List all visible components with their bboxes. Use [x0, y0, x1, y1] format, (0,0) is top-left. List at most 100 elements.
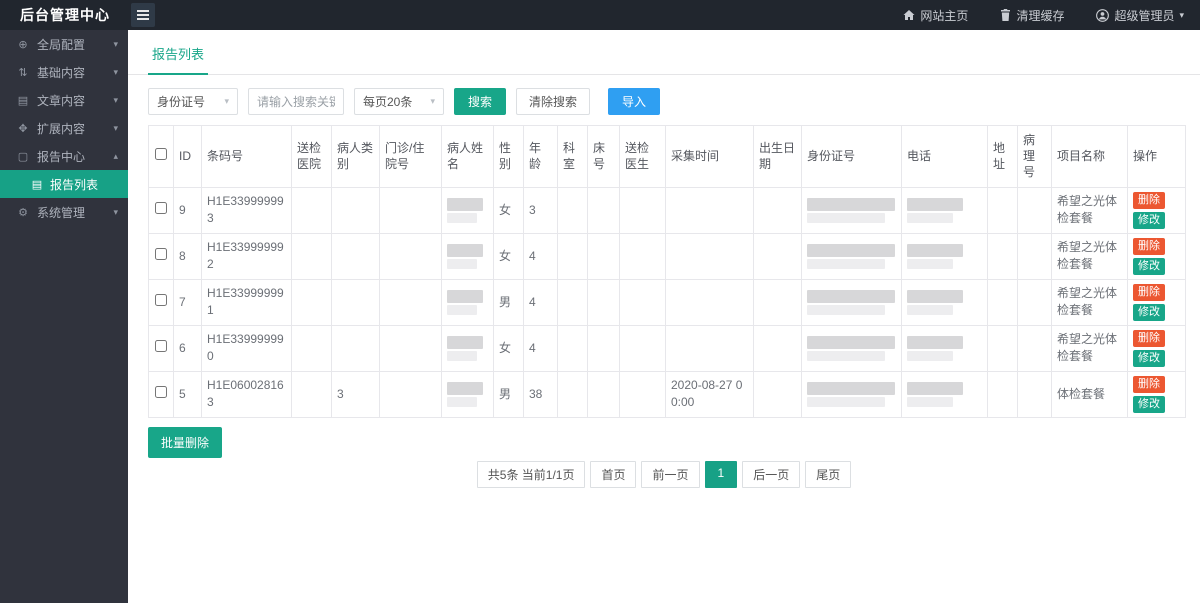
cell-address	[988, 325, 1018, 371]
redacted-phone	[907, 336, 982, 361]
main-content: 报告列表 身份证号 ▾ 每页20条 ▾ 搜索 清除搜索 导入 ID 条码号	[128, 30, 1200, 603]
row-checkbox[interactable]	[155, 340, 167, 352]
cell-actions: 删除 修改	[1128, 187, 1186, 233]
redacted-id-card	[807, 290, 896, 315]
select-all-checkbox[interactable]	[155, 148, 167, 160]
row-checkbox[interactable]	[155, 386, 167, 398]
cell-age: 38	[524, 371, 558, 417]
delete-button[interactable]: 删除	[1133, 284, 1165, 301]
edit-button[interactable]: 修改	[1133, 212, 1165, 229]
trash-icon	[1000, 9, 1011, 21]
sidebar-item-basic-content[interactable]: ⇅ 基础内容 ▾	[0, 58, 128, 86]
cell-id-card	[802, 279, 902, 325]
search-toolbar: 身份证号 ▾ 每页20条 ▾ 搜索 清除搜索 导入	[148, 88, 1180, 115]
row-checkbox[interactable]	[155, 202, 167, 214]
redacted-phone	[907, 382, 982, 407]
cell-hospital	[292, 279, 332, 325]
sidebar-item-report-center[interactable]: ▢ 报告中心 ▴	[0, 142, 128, 170]
cell-id-card	[802, 233, 902, 279]
nav-user-menu[interactable]: 超级管理员 ▾	[1080, 0, 1200, 30]
edit-button[interactable]: 修改	[1133, 350, 1165, 367]
bulk-delete-button[interactable]: 批量删除	[148, 427, 222, 458]
pagination: 共5条 当前1/1页 首页 前一页 1 后一页 尾页	[128, 461, 1200, 488]
chevron-down-icon: ▾	[113, 123, 118, 134]
cell-phone	[902, 371, 988, 417]
edit-button[interactable]: 修改	[1133, 258, 1165, 275]
cell-actions: 删除 修改	[1128, 325, 1186, 371]
cell-age: 4	[524, 279, 558, 325]
cell-project-name: 体检套餐	[1052, 371, 1128, 417]
tab-bar: 报告列表	[128, 30, 1200, 75]
pagination-current-page[interactable]: 1	[705, 461, 738, 488]
cell-age: 4	[524, 325, 558, 371]
cell-gender: 男	[494, 371, 524, 417]
cell-collect-time	[666, 187, 754, 233]
sidebar-item-system-management[interactable]: ⚙ 系统管理 ▾	[0, 198, 128, 226]
sidebar-toggle-button[interactable]	[131, 3, 155, 27]
cell-collect-time: 2020-08-27 00:00	[666, 371, 754, 417]
col-patient-type: 病人类别	[332, 126, 380, 188]
page-size-select[interactable]: 每页20条 ▾	[354, 88, 444, 115]
delete-button[interactable]: 删除	[1133, 376, 1165, 393]
clear-search-button[interactable]: 清除搜索	[516, 88, 590, 115]
redacted-phone	[907, 290, 982, 315]
sliders-icon: ⇅	[16, 66, 30, 79]
edit-button[interactable]: 修改	[1133, 396, 1165, 413]
globe-icon: ⊕	[16, 38, 30, 51]
col-hospital: 送检医院	[292, 126, 332, 188]
cell-pathology-no	[1018, 371, 1052, 417]
search-button[interactable]: 搜索	[454, 88, 506, 115]
cell-address	[988, 187, 1018, 233]
cell-outpatient-no	[380, 187, 442, 233]
redacted-phone	[907, 198, 982, 223]
delete-button[interactable]: 删除	[1133, 192, 1165, 209]
row-checkbox[interactable]	[155, 248, 167, 260]
pagination-next[interactable]: 后一页	[742, 461, 800, 488]
chevron-down-icon: ▾	[224, 96, 229, 107]
top-header: 后台管理中心 网站主页 清理缓存 超级管理员 ▾	[0, 0, 1200, 30]
cell-age: 4	[524, 233, 558, 279]
pagination-last[interactable]: 尾页	[805, 461, 851, 488]
col-checkbox	[149, 126, 174, 188]
search-field-select[interactable]: 身份证号 ▾	[148, 88, 238, 115]
delete-button[interactable]: 删除	[1133, 330, 1165, 347]
cell-department	[558, 325, 588, 371]
cell-project-name: 希望之光体检套餐	[1052, 325, 1128, 371]
cell-barcode: H1E339999992	[202, 233, 292, 279]
doc-icon: ▤	[30, 178, 44, 191]
cell-project-name: 希望之光体检套餐	[1052, 279, 1128, 325]
cell-patient-type	[332, 279, 380, 325]
cell-gender: 女	[494, 325, 524, 371]
sidebar-item-global-config[interactable]: ⊕ 全局配置 ▾	[0, 30, 128, 58]
cell-outpatient-no	[380, 279, 442, 325]
cell-actions: 删除 修改	[1128, 233, 1186, 279]
sidebar-item-extended-content[interactable]: ✥ 扩展内容 ▾	[0, 114, 128, 142]
chevron-down-icon: ▾	[113, 95, 118, 106]
col-patient-name: 病人姓名	[442, 126, 494, 188]
nav-site-home[interactable]: 网站主页	[887, 0, 984, 30]
table-row: 9 H1E339999993 女 3	[149, 187, 1186, 233]
cell-bed-no	[588, 233, 620, 279]
cell-address	[988, 279, 1018, 325]
tab-report-list[interactable]: 报告列表	[148, 30, 208, 75]
row-checkbox[interactable]	[155, 294, 167, 306]
edit-button[interactable]: 修改	[1133, 304, 1165, 321]
cell-id-card	[802, 325, 902, 371]
pagination-prev[interactable]: 前一页	[641, 461, 699, 488]
nav-clear-cache[interactable]: 清理缓存	[984, 0, 1080, 30]
search-input[interactable]	[248, 88, 344, 115]
cell-pathology-no	[1018, 233, 1052, 279]
cell-barcode: H1E339999990	[202, 325, 292, 371]
cell-patient-name	[442, 279, 494, 325]
sidebar-item-report-list[interactable]: ▤ 报告列表	[0, 170, 128, 198]
redacted-name	[447, 290, 488, 315]
pagination-first[interactable]: 首页	[590, 461, 636, 488]
import-button[interactable]: 导入	[608, 88, 660, 115]
cell-gender: 男	[494, 279, 524, 325]
sidebar-item-article-content[interactable]: ▤ 文章内容 ▾	[0, 86, 128, 114]
cell-birth-date	[754, 279, 802, 325]
cell-id-card	[802, 371, 902, 417]
cell-birth-date	[754, 187, 802, 233]
delete-button[interactable]: 删除	[1133, 238, 1165, 255]
cell-barcode: H1E339999993	[202, 187, 292, 233]
